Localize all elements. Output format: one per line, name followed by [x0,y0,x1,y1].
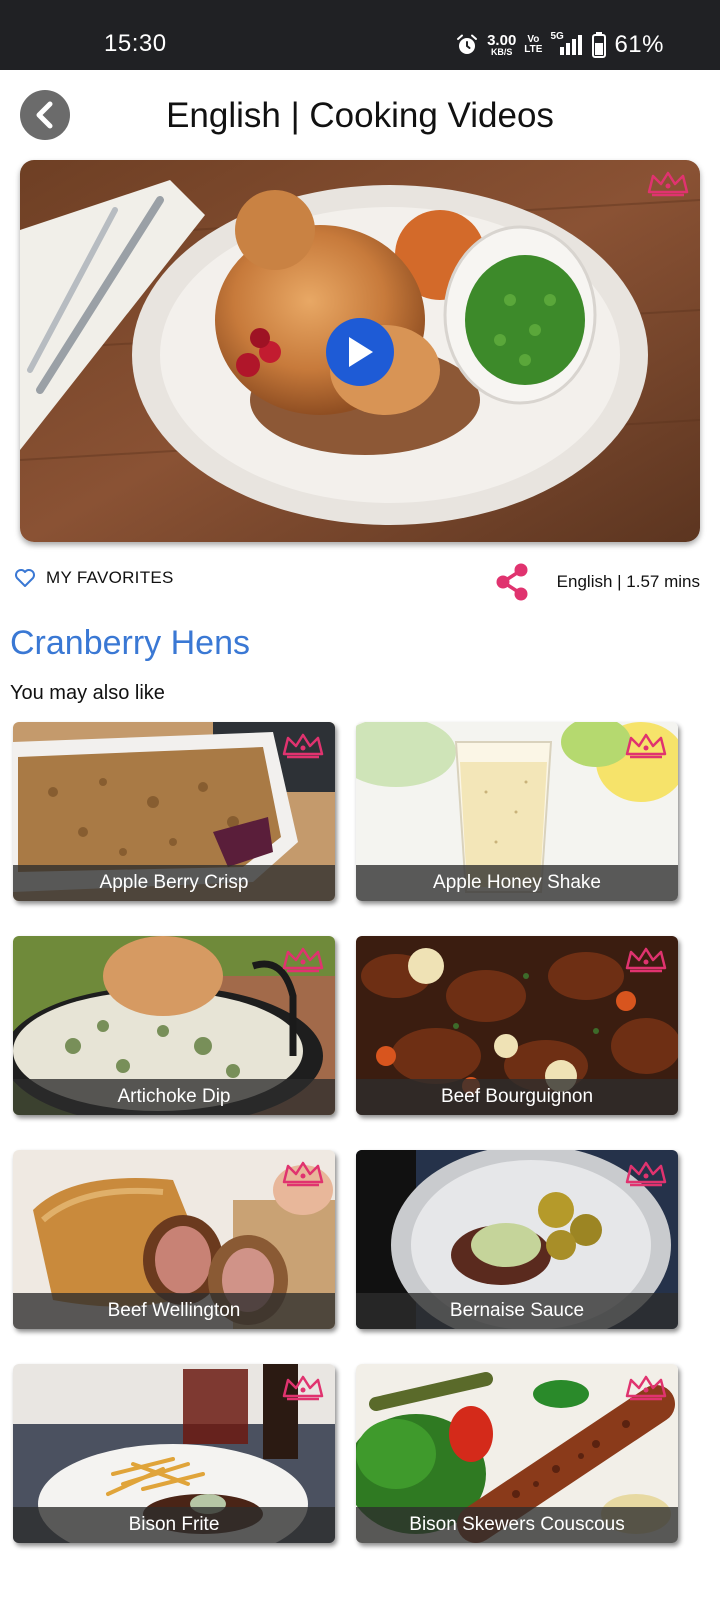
crown-icon [625,733,667,759]
recipe-card[interactable]: Beef Bourguignon [356,936,678,1115]
heart-icon [15,569,35,587]
recipe-card-label: Bernaise Sauce [356,1293,678,1329]
network-speed: 3.00 KB/S [487,33,516,57]
crown-icon [647,171,689,197]
favorites-button[interactable]: MY FAVORITES [14,568,174,588]
recipe-card[interactable]: Beef Wellington [13,1150,335,1329]
recipe-card-label: Bison Skewers Couscous [356,1507,678,1543]
crown-icon [282,733,324,759]
play-button[interactable] [326,318,394,386]
speed-unit: KB/S [490,47,513,57]
crown-icon [625,947,667,973]
recipe-card-label: Artichoke Dip [13,1079,335,1115]
share-icon[interactable] [492,562,532,602]
play-icon [349,337,373,367]
volte-bottom: LTE [524,44,543,55]
video-meta-info: English | 1.57 mins [556,572,700,591]
recipe-card[interactable]: Artichoke Dip [13,936,335,1115]
alarm-icon [457,34,478,54]
recipe-title: Cranberry Hens [10,624,250,662]
battery-icon [592,32,607,58]
meta-row: MY FAVORITES English | 1.57 mins [0,560,720,602]
status-time: 15:30 [104,30,167,57]
page-title: English | Cooking Videos [166,96,554,135]
speed-value: 3.00 [487,32,517,49]
status-bar: 15:30 3.00 KB/S Vo LTE 5G 61% [0,0,720,70]
recipe-card-label: Apple Honey Shake [356,865,678,901]
volte-indicator: Vo LTE [524,35,542,55]
recipe-card-label: Bison Frite [13,1507,335,1543]
recipe-card-label: Beef Wellington [13,1293,335,1329]
recipe-card[interactable]: Bison Frite [13,1364,335,1543]
crown-icon [282,947,324,973]
recipe-card[interactable]: Bison Skewers Couscous [356,1364,678,1543]
recipe-card[interactable]: Apple Berry Crisp [13,722,335,901]
related-section-label: You may also like [10,682,165,704]
recipe-card[interactable]: Bernaise Sauce [356,1150,678,1329]
crown-icon [625,1375,667,1401]
hero-video[interactable] [20,160,700,542]
status-icons: 3.00 KB/S Vo LTE 5G 61% [455,28,664,62]
recipe-card-label: Beef Bourguignon [356,1079,678,1115]
recipe-card[interactable]: Apple Honey Shake [356,722,678,901]
crown-icon [282,1161,324,1187]
favorites-label: MY FAVORITES [46,568,174,587]
crown-icon [625,1161,667,1187]
recipe-card-label: Apple Berry Crisp [13,865,335,901]
battery-percent: 61% [614,31,664,58]
signal-icon: 5G [550,31,584,57]
crown-icon [282,1375,324,1401]
